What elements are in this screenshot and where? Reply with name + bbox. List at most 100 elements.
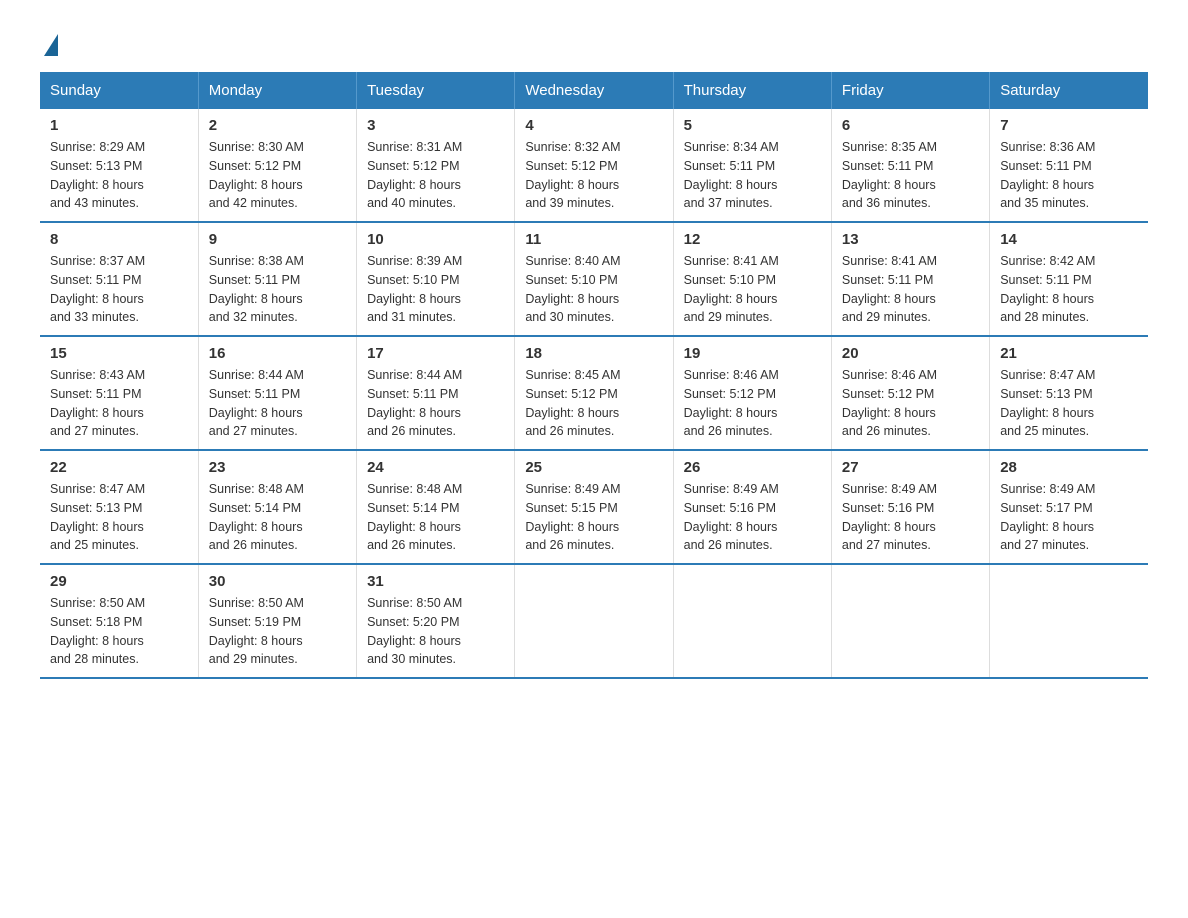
day-number: 22	[50, 459, 188, 476]
day-cell: 4 Sunrise: 8:32 AM Sunset: 5:12 PM Dayli…	[515, 109, 673, 222]
day-number: 7	[1000, 117, 1138, 134]
day-cell: 18 Sunrise: 8:45 AM Sunset: 5:12 PM Dayl…	[515, 336, 673, 450]
day-number: 9	[209, 231, 346, 248]
header-thursday: Thursday	[673, 72, 831, 109]
logo	[40, 30, 58, 52]
day-cell: 14 Sunrise: 8:42 AM Sunset: 5:11 PM Dayl…	[990, 222, 1148, 336]
day-info: Sunrise: 8:40 AM Sunset: 5:10 PM Dayligh…	[525, 252, 662, 327]
day-number: 6	[842, 117, 979, 134]
day-cell	[673, 564, 831, 678]
day-number: 15	[50, 345, 188, 362]
week-row-3: 15 Sunrise: 8:43 AM Sunset: 5:11 PM Dayl…	[40, 336, 1148, 450]
day-number: 18	[525, 345, 662, 362]
day-number: 31	[367, 573, 504, 590]
day-info: Sunrise: 8:36 AM Sunset: 5:11 PM Dayligh…	[1000, 138, 1138, 213]
day-cell: 25 Sunrise: 8:49 AM Sunset: 5:15 PM Dayl…	[515, 450, 673, 564]
day-cell: 1 Sunrise: 8:29 AM Sunset: 5:13 PM Dayli…	[40, 109, 198, 222]
day-cell: 8 Sunrise: 8:37 AM Sunset: 5:11 PM Dayli…	[40, 222, 198, 336]
day-cell: 2 Sunrise: 8:30 AM Sunset: 5:12 PM Dayli…	[198, 109, 356, 222]
day-cell: 29 Sunrise: 8:50 AM Sunset: 5:18 PM Dayl…	[40, 564, 198, 678]
day-number: 2	[209, 117, 346, 134]
week-row-1: 1 Sunrise: 8:29 AM Sunset: 5:13 PM Dayli…	[40, 109, 1148, 222]
day-info: Sunrise: 8:34 AM Sunset: 5:11 PM Dayligh…	[684, 138, 821, 213]
week-row-4: 22 Sunrise: 8:47 AM Sunset: 5:13 PM Dayl…	[40, 450, 1148, 564]
day-number: 1	[50, 117, 188, 134]
day-info: Sunrise: 8:49 AM Sunset: 5:16 PM Dayligh…	[842, 480, 979, 555]
day-number: 17	[367, 345, 504, 362]
day-number: 3	[367, 117, 504, 134]
day-info: Sunrise: 8:49 AM Sunset: 5:16 PM Dayligh…	[684, 480, 821, 555]
day-cell: 6 Sunrise: 8:35 AM Sunset: 5:11 PM Dayli…	[831, 109, 989, 222]
day-cell: 13 Sunrise: 8:41 AM Sunset: 5:11 PM Dayl…	[831, 222, 989, 336]
day-info: Sunrise: 8:47 AM Sunset: 5:13 PM Dayligh…	[50, 480, 188, 555]
day-cell: 11 Sunrise: 8:40 AM Sunset: 5:10 PM Dayl…	[515, 222, 673, 336]
day-info: Sunrise: 8:50 AM Sunset: 5:20 PM Dayligh…	[367, 594, 504, 669]
day-cell: 16 Sunrise: 8:44 AM Sunset: 5:11 PM Dayl…	[198, 336, 356, 450]
day-cell: 30 Sunrise: 8:50 AM Sunset: 5:19 PM Dayl…	[198, 564, 356, 678]
week-row-5: 29 Sunrise: 8:50 AM Sunset: 5:18 PM Dayl…	[40, 564, 1148, 678]
day-cell: 23 Sunrise: 8:48 AM Sunset: 5:14 PM Dayl…	[198, 450, 356, 564]
day-info: Sunrise: 8:46 AM Sunset: 5:12 PM Dayligh…	[842, 366, 979, 441]
day-cell	[831, 564, 989, 678]
day-cell: 9 Sunrise: 8:38 AM Sunset: 5:11 PM Dayli…	[198, 222, 356, 336]
header-friday: Friday	[831, 72, 989, 109]
day-info: Sunrise: 8:48 AM Sunset: 5:14 PM Dayligh…	[209, 480, 346, 555]
day-info: Sunrise: 8:45 AM Sunset: 5:12 PM Dayligh…	[525, 366, 662, 441]
day-info: Sunrise: 8:30 AM Sunset: 5:12 PM Dayligh…	[209, 138, 346, 213]
day-cell	[990, 564, 1148, 678]
day-number: 19	[684, 345, 821, 362]
day-number: 13	[842, 231, 979, 248]
day-cell: 12 Sunrise: 8:41 AM Sunset: 5:10 PM Dayl…	[673, 222, 831, 336]
day-info: Sunrise: 8:32 AM Sunset: 5:12 PM Dayligh…	[525, 138, 662, 213]
day-info: Sunrise: 8:38 AM Sunset: 5:11 PM Dayligh…	[209, 252, 346, 327]
day-number: 30	[209, 573, 346, 590]
day-info: Sunrise: 8:41 AM Sunset: 5:10 PM Dayligh…	[684, 252, 821, 327]
day-info: Sunrise: 8:41 AM Sunset: 5:11 PM Dayligh…	[842, 252, 979, 327]
day-number: 16	[209, 345, 346, 362]
day-info: Sunrise: 8:50 AM Sunset: 5:19 PM Dayligh…	[209, 594, 346, 669]
day-number: 10	[367, 231, 504, 248]
day-cell: 21 Sunrise: 8:47 AM Sunset: 5:13 PM Dayl…	[990, 336, 1148, 450]
day-cell: 7 Sunrise: 8:36 AM Sunset: 5:11 PM Dayli…	[990, 109, 1148, 222]
day-number: 24	[367, 459, 504, 476]
day-cell: 31 Sunrise: 8:50 AM Sunset: 5:20 PM Dayl…	[357, 564, 515, 678]
day-info: Sunrise: 8:49 AM Sunset: 5:15 PM Dayligh…	[525, 480, 662, 555]
header-monday: Monday	[198, 72, 356, 109]
day-cell: 28 Sunrise: 8:49 AM Sunset: 5:17 PM Dayl…	[990, 450, 1148, 564]
day-number: 28	[1000, 459, 1138, 476]
day-cell: 5 Sunrise: 8:34 AM Sunset: 5:11 PM Dayli…	[673, 109, 831, 222]
day-info: Sunrise: 8:46 AM Sunset: 5:12 PM Dayligh…	[684, 366, 821, 441]
day-cell: 3 Sunrise: 8:31 AM Sunset: 5:12 PM Dayli…	[357, 109, 515, 222]
day-cell: 19 Sunrise: 8:46 AM Sunset: 5:12 PM Dayl…	[673, 336, 831, 450]
day-info: Sunrise: 8:48 AM Sunset: 5:14 PM Dayligh…	[367, 480, 504, 555]
day-number: 23	[209, 459, 346, 476]
day-number: 4	[525, 117, 662, 134]
header-sunday: Sunday	[40, 72, 198, 109]
day-cell: 15 Sunrise: 8:43 AM Sunset: 5:11 PM Dayl…	[40, 336, 198, 450]
day-number: 12	[684, 231, 821, 248]
day-number: 26	[684, 459, 821, 476]
day-number: 11	[525, 231, 662, 248]
day-number: 8	[50, 231, 188, 248]
day-cell: 27 Sunrise: 8:49 AM Sunset: 5:16 PM Dayl…	[831, 450, 989, 564]
day-number: 5	[684, 117, 821, 134]
day-info: Sunrise: 8:42 AM Sunset: 5:11 PM Dayligh…	[1000, 252, 1138, 327]
calendar-header-row: SundayMondayTuesdayWednesdayThursdayFrid…	[40, 72, 1148, 109]
week-row-2: 8 Sunrise: 8:37 AM Sunset: 5:11 PM Dayli…	[40, 222, 1148, 336]
header-saturday: Saturday	[990, 72, 1148, 109]
day-info: Sunrise: 8:31 AM Sunset: 5:12 PM Dayligh…	[367, 138, 504, 213]
day-info: Sunrise: 8:39 AM Sunset: 5:10 PM Dayligh…	[367, 252, 504, 327]
day-info: Sunrise: 8:47 AM Sunset: 5:13 PM Dayligh…	[1000, 366, 1138, 441]
day-info: Sunrise: 8:49 AM Sunset: 5:17 PM Dayligh…	[1000, 480, 1138, 555]
day-number: 14	[1000, 231, 1138, 248]
header-wednesday: Wednesday	[515, 72, 673, 109]
day-info: Sunrise: 8:50 AM Sunset: 5:18 PM Dayligh…	[50, 594, 188, 669]
day-cell: 17 Sunrise: 8:44 AM Sunset: 5:11 PM Dayl…	[357, 336, 515, 450]
header-tuesday: Tuesday	[357, 72, 515, 109]
day-number: 21	[1000, 345, 1138, 362]
day-info: Sunrise: 8:29 AM Sunset: 5:13 PM Dayligh…	[50, 138, 188, 213]
day-info: Sunrise: 8:43 AM Sunset: 5:11 PM Dayligh…	[50, 366, 188, 441]
day-cell: 10 Sunrise: 8:39 AM Sunset: 5:10 PM Dayl…	[357, 222, 515, 336]
day-cell	[515, 564, 673, 678]
page-header	[40, 30, 1148, 52]
